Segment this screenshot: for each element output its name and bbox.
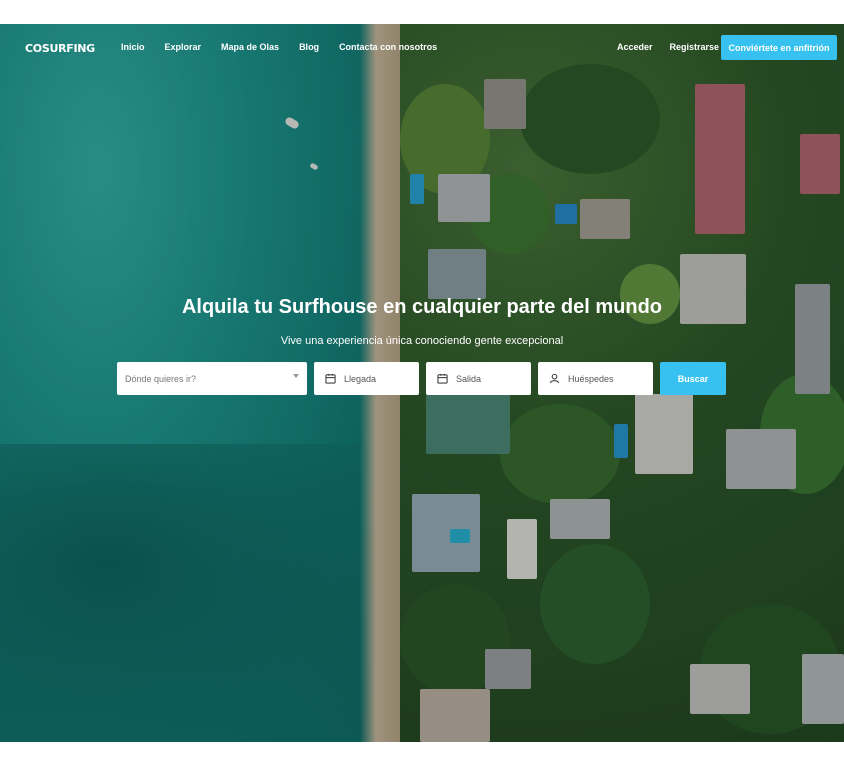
guests-field[interactable]: Huéspedes [538,362,653,395]
chevron-down-icon [293,374,299,378]
checkout-label: Salida [456,373,482,384]
checkin-field[interactable]: Llegada [314,362,419,395]
calendar-icon [437,373,448,384]
person-icon [549,373,560,384]
checkin-label: Llegada [344,373,377,384]
calendar-icon [325,373,336,384]
destination-select[interactable]: Dónde quieres ir? [117,362,307,395]
search-button[interactable]: Buscar [660,362,726,395]
guests-label: Huéspedes [568,373,614,384]
become-host-button[interactable]: Conviértete en anfitrión [721,35,837,60]
checkout-field[interactable]: Salida [426,362,531,395]
nav-link-explorar[interactable]: Explorar [165,42,202,52]
nav-link-contacto[interactable]: Contacta con nosotros [339,42,437,52]
auth-links: Acceder Registrarse [617,42,719,52]
destination-placeholder: Dónde quieres ir? [125,373,197,384]
register-link[interactable]: Registrarse [670,42,720,52]
hero-subtitle: Vive una experiencia única conociendo ge… [280,335,564,347]
nav-link-inicio[interactable]: Inicio [121,42,145,52]
brand-logo[interactable]: COSURFING [25,42,95,55]
hero-title: Alquila tu Surfhouse en cualquier parte … [181,296,663,318]
login-link[interactable]: Acceder [617,42,653,52]
nav-links: Inicio Explorar Mapa de Olas Blog Contac… [121,42,437,52]
nav-link-mapa-de-olas[interactable]: Mapa de Olas [221,42,279,52]
top-navbar: COSURFING Inicio Explorar Mapa de Olas B… [0,24,844,70]
nav-link-blog[interactable]: Blog [299,42,319,52]
